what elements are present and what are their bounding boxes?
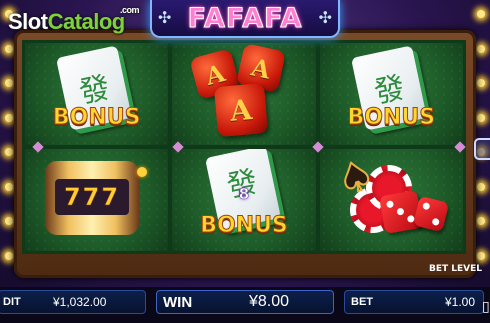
slotcatalog-watermark: SlotCatalog .com [8,5,140,34]
credit-value: ¥1,032.00 [53,295,107,309]
side-menu-tab[interactable] [474,138,490,160]
win-label: WIN [163,293,193,311]
bonus-label: BONUS [347,105,436,131]
reel-cell-bonus-tile-8: 發 8 BONUS [172,149,316,251]
title-marquee: ✣ ✣ FAFAFA [150,0,340,38]
bet-label: BET [351,296,373,308]
bet-value: ¥1.00 [445,295,476,309]
bonus-label: BONUS [52,105,141,131]
game-title: FAFAFA [187,3,303,35]
seven-label: 777 [55,179,129,215]
reel-cell-red-a-dice: A A A [172,43,316,145]
menu-icon[interactable]: ▯ [482,298,490,316]
red-a-die-icon: A [214,82,269,138]
win-value: ¥8.00 [249,293,290,310]
lever-knob-icon [137,167,147,177]
bonus-label: BONUS [200,213,289,239]
credit-label: DIT [3,296,21,308]
reel-cell-spade-chips-dice: ♠ [319,149,463,251]
bottom-info-bar: DIT ¥1,032.00 WIN ¥8.00 BET ¥1.00 [0,287,490,323]
right-neon-lights [474,10,488,260]
win-panel: WIN ¥8.00 [156,290,334,314]
reel-grid: 發 BONUS A A A 發 BONUS 777 發 8 BONUS ♠ [22,40,466,254]
reel-cell-seven-barrel: 777 [25,149,169,251]
reel-cell-bonus-tile: 發 BONUS [25,43,169,145]
bonus-multiplier: 8 [238,185,250,204]
reel-cell-bonus-tile: 發 BONUS [319,43,463,145]
credit-panel: DIT ¥1,032.00 [0,290,146,314]
seven-barrel-icon: 777 [45,161,147,235]
bet-panel[interactable]: BET ¥1.00 [344,290,484,314]
bet-level-label: BET LEVEL [428,264,482,274]
